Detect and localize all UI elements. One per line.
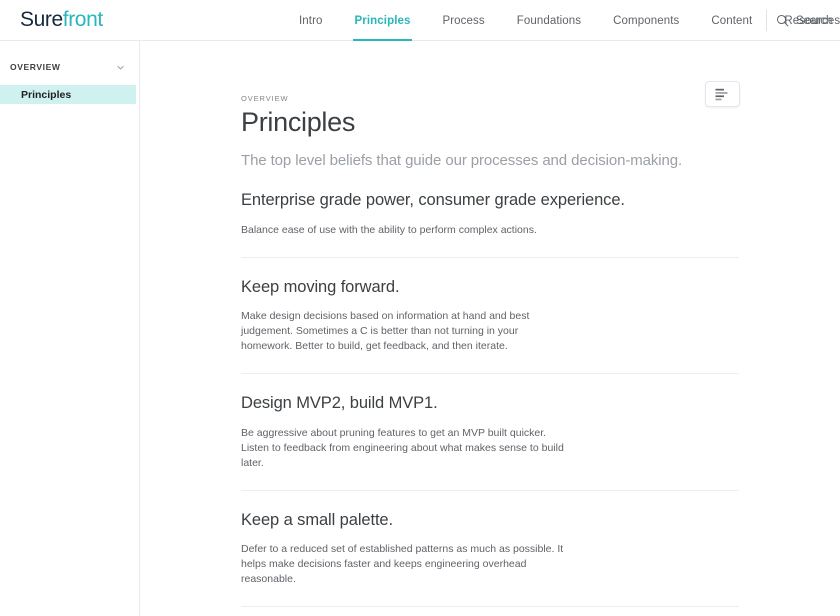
sidebar-item-principles[interactable]: Principles [0,85,136,104]
principle-body: Be aggressive about pruning features to … [241,426,564,469]
primary-navigation: Intro Principles Process Foundations Compone… [283,0,840,41]
logo-text-primary: Sure [20,8,63,31]
principle-section: The paint matters.We might compromise on… [241,606,739,616]
principle-body: Defer to a reduced set of established pa… [241,543,564,585]
nav-item-content[interactable]: Content [695,0,768,41]
principle-body: Make design decisions based on informati… [241,310,530,352]
principle-heading: Keep moving forward. [241,277,400,296]
sidebar-section-overview[interactable]: OVERVIEW [0,57,139,77]
chevron-down-icon[interactable] [116,63,125,72]
nav-item-intro[interactable]: Intro [283,0,339,41]
principle-section: Enterprise grade power, consumer grade e… [241,171,739,238]
nav-item-components[interactable]: Components [597,0,695,41]
principle-heading: Keep a small palette. [241,510,393,529]
principle-heading: Enterprise grade power, consumer grade e… [241,191,625,209]
nav-item-foundations[interactable]: Foundations [501,0,597,41]
principle-body: Balance ease of use with the ability to … [241,223,537,236]
search-label: Search [796,14,833,27]
nav-divider [766,10,767,31]
logo-text-accent: front [62,8,103,31]
page-body: OVERVIEW Principles OVERVIEW Principles … [0,41,840,616]
page-subtitle: The top level beliefs that guide our pro… [241,152,683,169]
sidebar-section-title: OVERVIEW [10,62,61,72]
article: OVERVIEW Principles The top level belief… [241,94,739,616]
search-icon [776,14,789,27]
search-button[interactable]: Search [776,0,832,41]
main-content: OVERVIEW Principles The top level belief… [140,41,840,616]
page-eyebrow: OVERVIEW [241,94,289,103]
principle-section: Design MVP2, build MVP1. Be aggressive ab… [241,373,739,471]
nav-item-principles[interactable]: Principles [339,0,427,41]
page-title: Principles [241,107,356,137]
brand-logo[interactable]: Surefront [20,8,103,32]
top-header: Surefront Intro Principles Process Foundati… [0,0,840,41]
nav-item-process[interactable]: Process [426,0,500,41]
principle-section: Keep moving forward. Make design decision… [241,256,739,355]
principle-heading: Design MVP2, build MVP1. [241,394,438,412]
sidebar: OVERVIEW Principles [0,41,140,616]
principle-section: Keep a small palette. Defer to a reduced … [241,489,739,588]
principles-list: Enterprise grade power, consumer grade e… [241,171,739,616]
